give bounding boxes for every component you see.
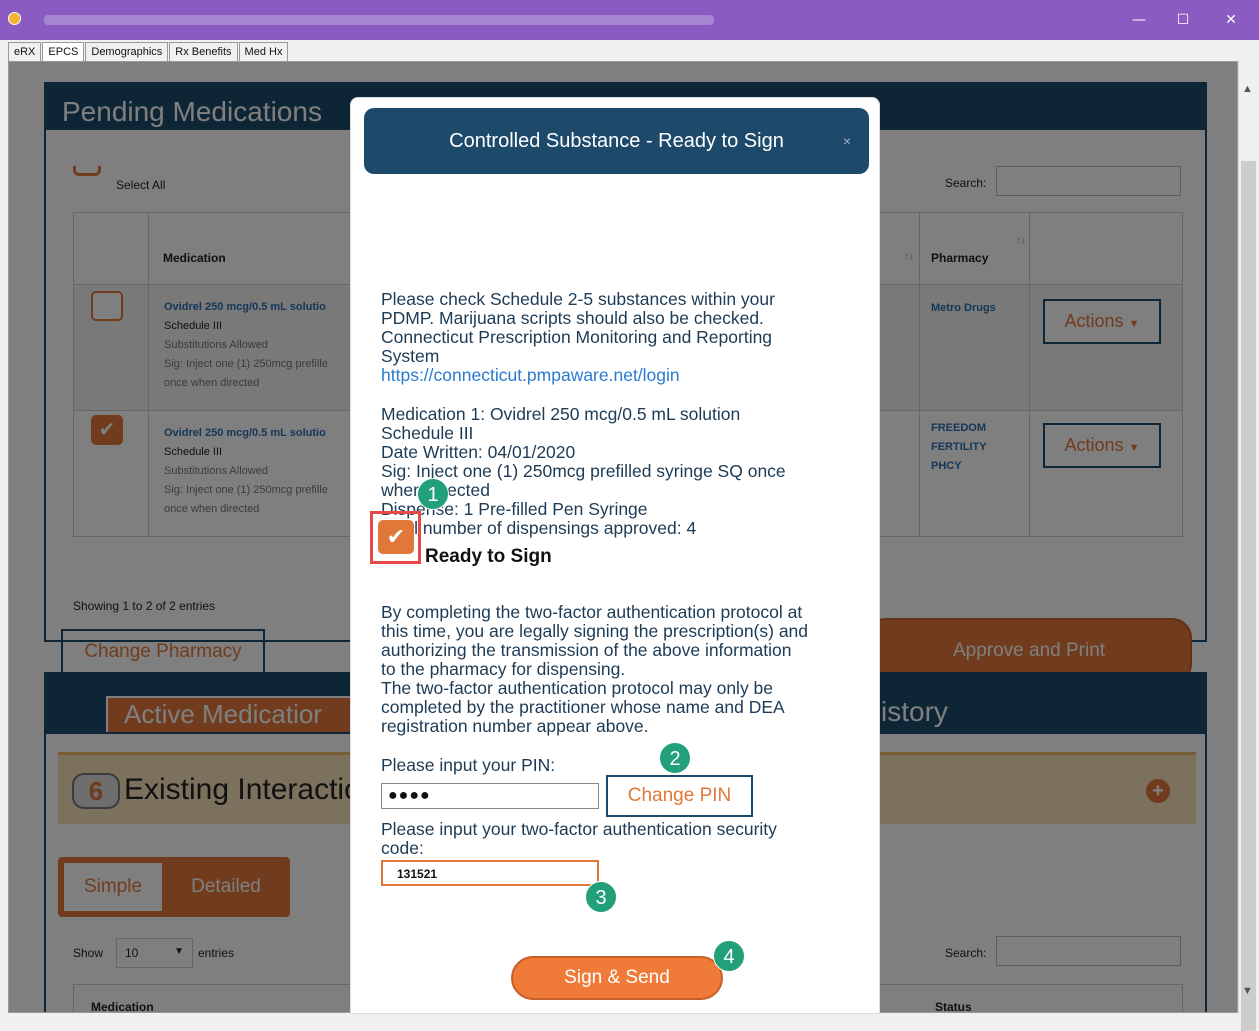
text-line: this time, you are legally signing the p… <box>381 621 809 641</box>
tab-erx[interactable]: eRX <box>8 42 42 62</box>
step-marker-3: 3 <box>585 881 617 913</box>
tab-epcs[interactable]: EPCS <box>42 42 85 62</box>
highlight-box <box>370 511 421 564</box>
scroll-up-icon[interactable]: ▲ <box>1242 83 1253 95</box>
scroll-thumb[interactable] <box>1241 161 1256 1031</box>
tab-demographics[interactable]: Demographics <box>85 42 169 62</box>
tab-rx-benefits[interactable]: Rx Benefits <box>169 42 238 62</box>
pin-input[interactable]: ●●●● <box>381 783 599 809</box>
text-line: PDMP. Marijuana scripts should also be c… <box>381 308 764 328</box>
step-marker-2: 2 <box>659 742 691 774</box>
text-line: Please check Schedule 2-5 substances wit… <box>381 289 775 309</box>
scroll-down-icon[interactable]: ▼ <box>1242 985 1253 997</box>
text-line: Medication 1: Ovidrel 250 mcg/0.5 mL sol… <box>381 404 741 424</box>
pin-label: Please input your PIN: <box>381 755 556 775</box>
title-bar: — ☐ ✕ <box>0 0 1259 40</box>
medication-details: Medication 1: Ovidrel 250 mcg/0.5 mL sol… <box>381 405 786 538</box>
text-line: Please input your two-factor authenticat… <box>381 819 777 839</box>
dialog-close-icon[interactable]: × <box>843 108 851 174</box>
text-line: The two-factor authentication protocol m… <box>381 678 774 698</box>
tab-strip: eRX EPCS Demographics Rx Benefits Med Hx <box>8 42 289 62</box>
text-line: code: <box>381 838 424 858</box>
text-line: Date Written: 04/01/2020 <box>381 442 576 462</box>
tab-med-hx[interactable]: Med Hx <box>238 42 289 62</box>
step-marker-4: 4 <box>713 940 745 972</box>
authentication-notice: By completing the two-factor authenticat… <box>381 603 808 736</box>
ready-to-sign-label: Ready to Sign <box>425 546 552 567</box>
security-code-input[interactable]: 131521 <box>381 860 599 886</box>
dialog-title: Controlled Substance - Ready to Sign <box>449 130 784 152</box>
sign-and-send-button[interactable]: Sign & Send <box>511 956 723 1000</box>
maximize-button[interactable]: ☐ <box>1163 6 1203 34</box>
close-button[interactable]: ✕ <box>1211 6 1251 34</box>
window-title-redacted <box>44 15 714 25</box>
pdmp-link[interactable]: https://connecticut.pmpaware.net/login <box>381 366 775 385</box>
pdmp-notice: Please check Schedule 2-5 substances wit… <box>381 290 775 385</box>
step-marker-1: 1 <box>417 478 449 510</box>
dialog-header: Controlled Substance - Ready to Sign × <box>364 108 869 174</box>
text-line: Sig: Inject one (1) 250mcg prefilled syr… <box>381 461 786 481</box>
text-line: Connecticut Prescription Monitoring and … <box>381 327 773 347</box>
text-line: authorizing the transmission of the abov… <box>381 640 792 660</box>
text-line: By completing the two-factor authenticat… <box>381 602 803 622</box>
app-icon <box>8 12 21 25</box>
vertical-scrollbar[interactable]: ▲ ▼ <box>1238 61 1257 1031</box>
text-line: Total number of dispensings approved: 4 <box>381 518 697 538</box>
text-line: to the pharmacy for dispensing. <box>381 659 626 679</box>
ready-to-sign-dialog: Controlled Substance - Ready to Sign × P… <box>350 97 880 1014</box>
minimize-button[interactable]: — <box>1119 6 1159 34</box>
security-code-label: Please input your two-factor authenticat… <box>381 820 777 858</box>
text-line: completed by the practitioner whose name… <box>381 697 785 717</box>
text-line: System <box>381 346 440 366</box>
change-pin-button[interactable]: Change PIN <box>606 775 753 817</box>
text-line: registration number appear above. <box>381 716 649 736</box>
text-line: Schedule III <box>381 423 474 443</box>
